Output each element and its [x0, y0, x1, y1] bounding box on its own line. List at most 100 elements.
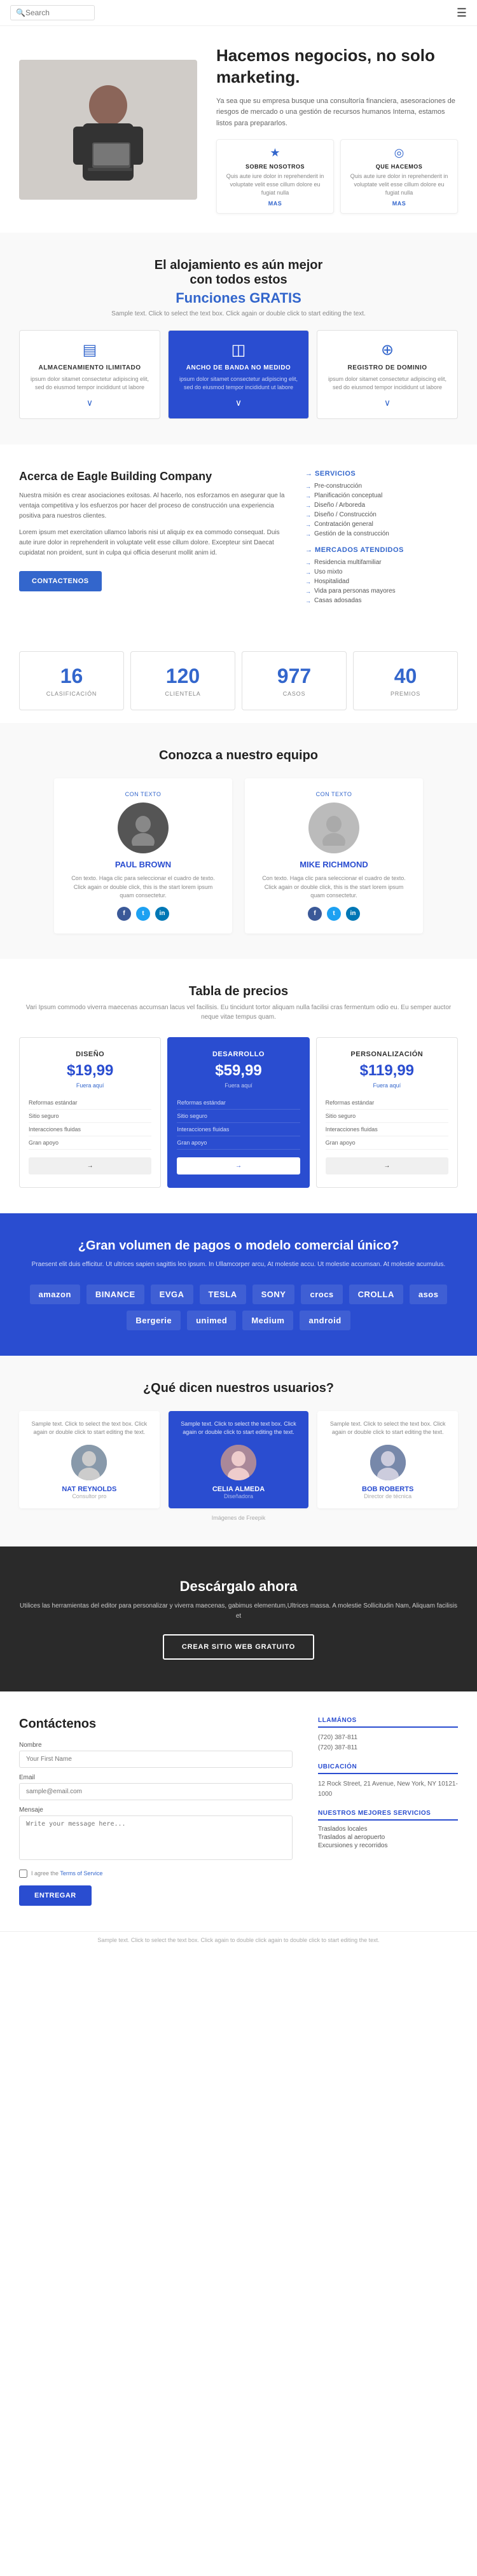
ubicacion-section: UBICACIÓN 12 Rock Street, 21 Avenue, New… — [318, 1763, 458, 1800]
nat-text: Sample text. Click to select the text bo… — [28, 1420, 151, 1437]
mike-role: Con texto — [258, 791, 410, 797]
stat-clientela: 120 CLIENTELA — [130, 651, 235, 710]
list-item: Vida para personas mayores — [305, 588, 458, 595]
pricing-title: Tabla de precios — [19, 984, 458, 999]
logo-evga: EVGA — [151, 1285, 193, 1304]
email-input[interactable] — [19, 1783, 293, 1800]
list-item: Contratación general — [305, 521, 458, 528]
hero-content: Hacemos negocios, no solo marketing. Ya … — [197, 45, 458, 214]
contact-button[interactable]: CONTACTENOS — [19, 571, 102, 591]
hamburger-icon[interactable]: ☰ — [457, 6, 467, 20]
mike-facebook[interactable]: f — [308, 907, 322, 921]
paul-twitter[interactable]: t — [136, 907, 150, 921]
pricing-card-desarrollo: DESARROLLO $59,99 Fuera aquí Reformas es… — [167, 1037, 309, 1188]
message-input[interactable] — [19, 1815, 293, 1860]
mike-linkedin[interactable]: in — [346, 907, 360, 921]
list-item: Diseño / Construcción — [305, 511, 458, 518]
hero-title: Hacemos negocios, no solo marketing. — [216, 45, 458, 88]
storage-chevron[interactable]: ∨ — [27, 397, 152, 408]
test-nat: Sample text. Click to select the text bo… — [19, 1411, 160, 1508]
list-item: Traslados al aeropuerto — [318, 1834, 458, 1841]
footer: Sample text. Click to select the text bo… — [0, 1931, 477, 1948]
search-bar[interactable]: 🔍 — [10, 5, 95, 20]
plan-button[interactable]: → — [29, 1157, 151, 1174]
paul-facebook[interactable]: f — [117, 907, 131, 921]
stat-label: PREMIOS — [366, 691, 445, 697]
about-card-text: Quis aute iure dolor in reprehenderit in… — [223, 172, 327, 196]
celia-text: Sample text. Click to select the text bo… — [177, 1420, 300, 1437]
plan-learn[interactable]: Fuera aquí — [29, 1082, 151, 1089]
plan-features: Reformas estándar Sitio seguro Interacci… — [29, 1096, 151, 1150]
domain-chevron[interactable]: ∨ — [325, 397, 450, 408]
list-item: Hospitalidad — [305, 578, 458, 585]
terms-link[interactable]: Terms of Service — [60, 1870, 102, 1877]
paul-role: Con texto — [67, 791, 219, 797]
plan-learn[interactable]: Fuera aquí — [326, 1082, 448, 1089]
plan-learn[interactable]: Fuera aquí — [177, 1082, 300, 1089]
download-description: Utilices las herramientas del editor par… — [19, 1601, 458, 1622]
contact-info-area: LLAMÁNOS (720) 387-811 (720) 387-811 UBI… — [318, 1717, 458, 1906]
testimonials-title: ¿Qué dicen nuestros usuarios? — [19, 1381, 458, 1396]
about-card-title: SOBRE NOSOTROS — [223, 163, 327, 170]
stat-clasificacion: 16 CLASIFICACIÓN — [19, 651, 124, 710]
markets-title: → MERCADOS ATENDIDOS — [305, 546, 458, 554]
stat-casos: 977 CASOS — [242, 651, 347, 710]
team-section: Conozca a nuestro equipo Con texto PAUL … — [0, 723, 477, 959]
logo-unimed: unimed — [187, 1311, 236, 1330]
message-field-group: Mensaje — [19, 1807, 293, 1863]
name-input[interactable] — [19, 1751, 293, 1768]
logo-android: android — [300, 1311, 350, 1330]
logo-medium: Medium — [242, 1311, 293, 1330]
what-card-text: Quis aute iure dolor in reprehenderit in… — [347, 172, 451, 196]
download-title: Descárgalo ahora — [19, 1578, 458, 1595]
plan-button[interactable]: → — [326, 1157, 448, 1174]
llamanos-phone2: (720) 387-811 — [318, 1743, 458, 1753]
nat-role: Consultor pro — [28, 1493, 151, 1499]
domain-text: ipsum dolor sitamet consectetur adipisci… — [325, 375, 450, 391]
bandwidth-chevron[interactable]: ∨ — [176, 397, 301, 408]
terms-checkbox[interactable] — [19, 1870, 27, 1878]
plan-price: $19,99 — [29, 1062, 151, 1080]
paul-name: PAUL BROWN — [67, 860, 219, 869]
logo-crocs: crocs — [301, 1285, 342, 1304]
bandwidth-text: ipsum dolor sitamet consectetur adipisci… — [176, 375, 301, 391]
hero-image — [19, 60, 197, 200]
logo-bergerie: Bergerie — [127, 1311, 181, 1330]
search-input[interactable] — [25, 8, 89, 17]
about-mas[interactable]: MAS — [223, 200, 327, 207]
what-mas[interactable]: MAS — [347, 200, 451, 207]
logo-tesla: TESLA — [200, 1285, 246, 1304]
team-card-paul: Con texto PAUL BROWN Con texto. Haga cli… — [54, 778, 232, 933]
about-text2: Lorem ipsum met exercitation ullamco lab… — [19, 528, 286, 558]
name-label: Nombre — [19, 1742, 293, 1749]
ubicacion-address: 12 Rock Street, 21 Avenue, New York, NY … — [318, 1779, 458, 1800]
list-item: Reformas estándar — [29, 1096, 151, 1110]
stat-num: 120 — [144, 665, 222, 688]
bandwidth-title: ANCHO DE BANDA NO MEDIDO — [176, 364, 301, 371]
list-item: Gran apoyo — [326, 1136, 448, 1150]
submit-button[interactable]: ENTREGAR — [19, 1885, 92, 1906]
pricing-description: Vari Ipsum commodo viverra maecenas accu… — [19, 1003, 458, 1022]
plan-price: $59,99 — [177, 1062, 300, 1080]
mike-twitter[interactable]: t — [327, 907, 341, 921]
download-section: Descárgalo ahora Utilices las herramient… — [0, 1546, 477, 1691]
paul-socials: f t in — [67, 907, 219, 921]
list-item: Residencia multifamiliar — [305, 559, 458, 566]
llamanos-title: LLAMÁNOS — [318, 1717, 458, 1728]
download-button[interactable]: CREAR SITIO WEB GRATUITO — [163, 1634, 314, 1660]
what-card-title: QUE HACEMOS — [347, 163, 451, 170]
about-right: → SERVICIOS Pre-construcción Planificaci… — [305, 470, 458, 613]
plan-button[interactable]: → — [177, 1157, 300, 1174]
pricing-card-diseno: DISEÑO $19,99 Fuera aquí Reformas estánd… — [19, 1037, 161, 1188]
what-icon: ◎ — [347, 146, 451, 160]
stat-num: 40 — [366, 665, 445, 688]
list-item: Reformas estándar — [177, 1096, 300, 1110]
pricing-card-personalizacion: PERSONALIZACIÓN $119,99 Fuera aquí Refor… — [316, 1037, 458, 1188]
celia-name: CELIA ALMEDA — [177, 1485, 300, 1493]
hero-card-what: ◎ QUE HACEMOS Quis aute iure dolor in re… — [340, 139, 458, 214]
freepik-note: Imágenes de Freepik — [19, 1515, 458, 1521]
paul-text: Con texto. Haga clic para seleccionar el… — [67, 874, 219, 900]
mike-avatar — [308, 802, 359, 853]
list-item: Diseño / Arboreda — [305, 502, 458, 509]
paul-linkedin[interactable]: in — [155, 907, 169, 921]
